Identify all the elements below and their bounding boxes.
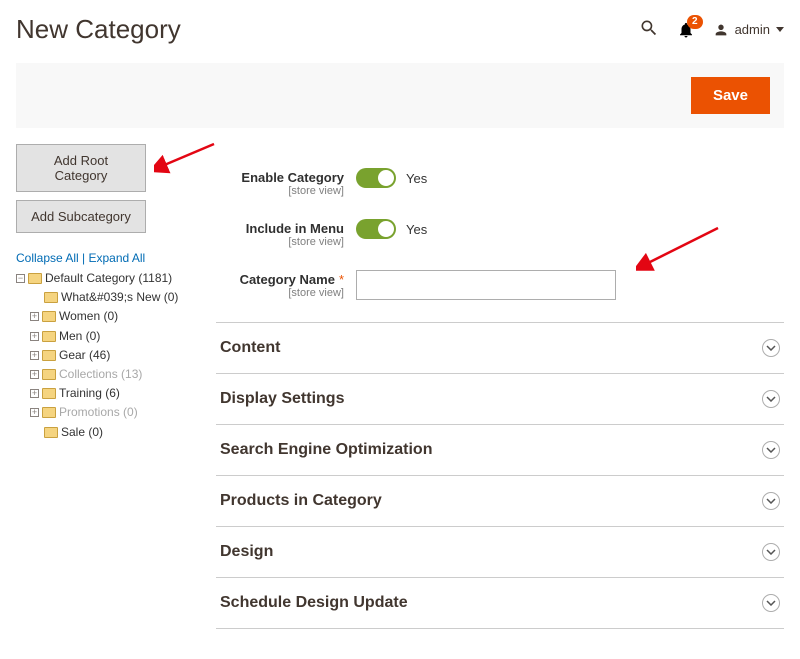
required-mark: * — [339, 272, 344, 287]
chevron-down-icon — [762, 339, 780, 357]
chevron-down-icon — [762, 492, 780, 510]
expand-all-link[interactable]: Expand All — [89, 251, 146, 265]
scope-label: [store view] — [216, 185, 344, 197]
tree-toggle-icon[interactable]: + — [30, 332, 39, 341]
tree-toggle-icon[interactable]: + — [30, 312, 39, 321]
include-in-menu-label: Include in Menu — [246, 221, 344, 236]
tree-item[interactable]: + Women (0) — [30, 307, 206, 326]
chevron-down-icon — [762, 594, 780, 612]
toolbar: Save — [16, 63, 784, 128]
tree-label: Men (0) — [59, 327, 100, 346]
tree-item[interactable]: + Collections (13) — [30, 365, 206, 384]
tree-label: What&#039;s New (0) — [61, 288, 178, 307]
category-name-label: Category Name — [240, 272, 335, 287]
folder-icon — [42, 350, 56, 361]
accordion-section[interactable]: Design — [216, 527, 784, 578]
category-tree: − Default Category (1181) What&#039;s Ne… — [16, 269, 206, 442]
folder-icon — [42, 311, 56, 322]
arrow-annotation-icon — [154, 140, 224, 180]
chevron-down-icon — [762, 390, 780, 408]
chevron-down-icon — [762, 543, 780, 561]
tree-toggle-icon[interactable]: − — [16, 274, 25, 283]
tree-toggle-icon[interactable]: + — [30, 370, 39, 379]
add-subcategory-button[interactable]: Add Subcategory — [16, 200, 146, 233]
tree-label: Promotions (0) — [59, 403, 138, 422]
tree-label: Sale (0) — [61, 423, 103, 442]
accordion-title: Display Settings — [220, 390, 344, 408]
accordion-title: Design — [220, 543, 273, 561]
folder-icon — [42, 407, 56, 418]
toggle-value: Yes — [406, 171, 427, 186]
notifications-badge: 2 — [687, 15, 703, 29]
tree-toggle-icon[interactable]: + — [30, 351, 39, 360]
folder-icon — [44, 427, 58, 438]
tree-item[interactable]: + Training (6) — [30, 384, 206, 403]
user-label: admin — [735, 22, 770, 37]
accordion-section[interactable]: Schedule Design Update — [216, 578, 784, 629]
tree-label: Women (0) — [59, 307, 118, 326]
accordion-section[interactable]: Content — [216, 323, 784, 374]
tree-toggle-icon — [30, 293, 41, 302]
caret-down-icon — [776, 27, 784, 32]
folder-icon — [28, 273, 42, 284]
tree-toggle-icon[interactable]: + — [30, 408, 39, 417]
accordion-title: Search Engine Optimization — [220, 441, 432, 459]
tree-item[interactable]: + Gear (46) — [30, 346, 206, 365]
accordion-title: Products in Category — [220, 492, 382, 510]
toggle-value: Yes — [406, 222, 427, 237]
enable-category-label: Enable Category — [241, 170, 344, 185]
tree-item[interactable]: + Men (0) — [30, 327, 206, 346]
include-in-menu-toggle[interactable] — [356, 219, 396, 239]
tree-label: Gear (46) — [59, 346, 110, 365]
collapse-all-link[interactable]: Collapse All — [16, 251, 79, 265]
search-icon[interactable] — [639, 18, 659, 41]
tree-label: Collections (13) — [59, 365, 142, 384]
tree-item[interactable]: + Promotions (0) — [30, 403, 206, 422]
scope-label: [store view] — [216, 236, 344, 248]
tree-toggle-icon[interactable]: + — [30, 389, 39, 398]
tree-toggle-icon — [30, 428, 41, 437]
tree-root[interactable]: − Default Category (1181) — [16, 269, 206, 288]
enable-category-toggle[interactable] — [356, 168, 396, 188]
notifications-icon[interactable]: 2 — [677, 21, 695, 39]
add-root-category-button[interactable]: Add Root Category — [16, 144, 146, 192]
user-icon — [713, 22, 729, 38]
tree-label: Default Category (1181) — [45, 269, 172, 288]
tree-item[interactable]: Sale (0) — [30, 423, 206, 442]
tree-label: Training (6) — [59, 384, 120, 403]
user-menu[interactable]: admin — [713, 22, 784, 38]
accordion-section[interactable]: Products in Category — [216, 476, 784, 527]
accordion-title: Schedule Design Update — [220, 594, 408, 612]
accordion-section[interactable]: Display Settings — [216, 374, 784, 425]
folder-icon — [42, 388, 56, 399]
chevron-down-icon — [762, 441, 780, 459]
folder-icon — [42, 331, 56, 342]
accordion-section[interactable]: Search Engine Optimization — [216, 425, 784, 476]
accordion-title: Content — [220, 339, 280, 357]
folder-icon — [44, 292, 58, 303]
tree-item[interactable]: What&#039;s New (0) — [30, 288, 206, 307]
save-button[interactable]: Save — [691, 77, 770, 114]
folder-icon — [42, 369, 56, 380]
page-title: New Category — [16, 14, 639, 45]
scope-label: [store view] — [216, 287, 344, 299]
category-name-input[interactable] — [356, 270, 616, 300]
